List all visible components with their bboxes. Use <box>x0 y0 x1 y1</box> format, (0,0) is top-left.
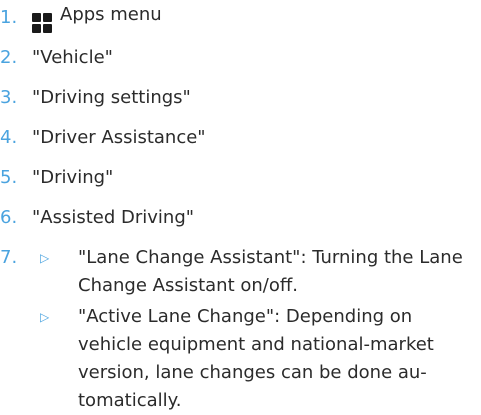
apps-menu-icon <box>32 12 52 33</box>
step-number: 7. <box>0 247 18 268</box>
step-number: 4. <box>0 127 18 148</box>
step-content: Apps menu <box>32 4 162 33</box>
step-number: 6. <box>0 207 18 228</box>
step-text: "Driving settings" <box>32 87 191 108</box>
step-number: 1. <box>0 7 18 28</box>
step-text: "Assisted Driving" <box>32 207 195 228</box>
step-text: "Driver Assistance" <box>32 127 206 148</box>
step-number: 5. <box>0 167 18 188</box>
instruction-document: 1. Apps menu 2. "Vehicle" 3. "Driving se… <box>0 0 481 412</box>
bullet-text: "Active Lane Change": Depending on vehic… <box>78 306 434 411</box>
step-number: 2. <box>0 47 18 68</box>
step-text: "Vehicle" <box>32 47 113 68</box>
step-text: "Driving" <box>32 167 114 188</box>
bullet-text: "Lane Change Assistant": Turning the Lan… <box>78 247 463 296</box>
triangle-bullet-icon: ▷ <box>40 251 50 265</box>
step-text: Apps menu <box>60 3 162 25</box>
step-number: 3. <box>0 87 18 108</box>
triangle-bullet-icon: ▷ <box>40 310 50 324</box>
